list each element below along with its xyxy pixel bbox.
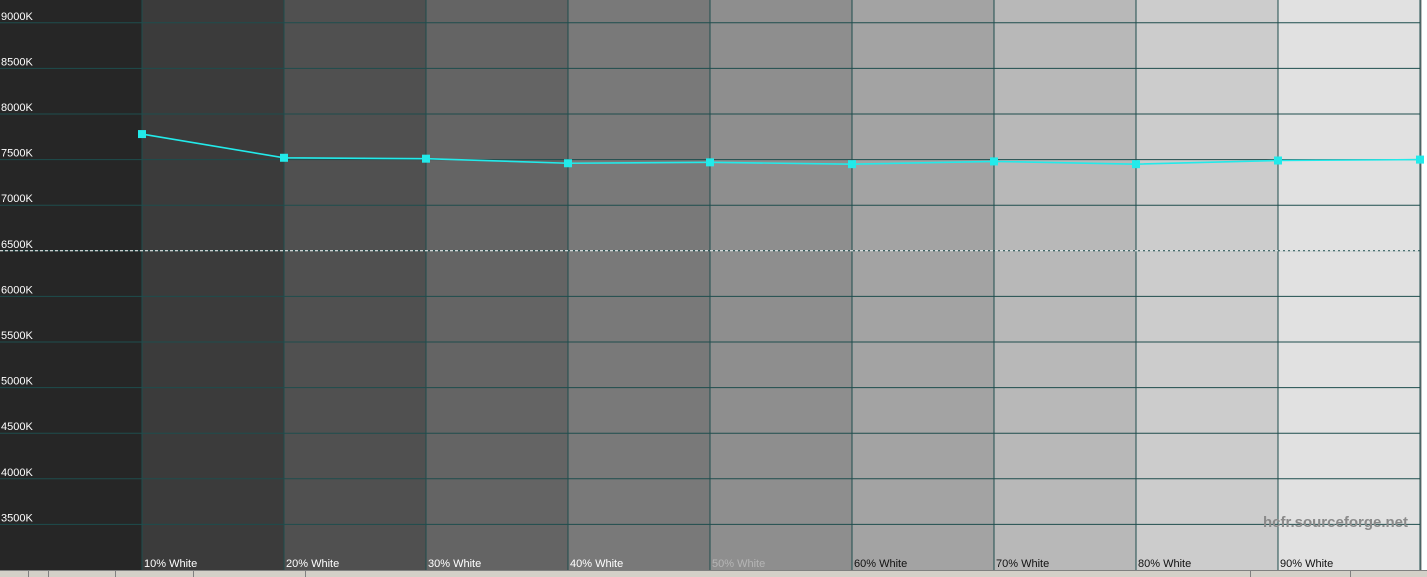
y-tick-label: 3500K [1, 512, 33, 524]
data-point [138, 130, 146, 139]
y-tick-label: 5500K [1, 330, 33, 342]
gray-step-band [1278, 0, 1420, 570]
gray-step-band [1136, 0, 1278, 570]
x-tick-label: 60% White [854, 558, 907, 570]
status-bar-pane [48, 571, 49, 577]
data-point [1416, 155, 1424, 164]
y-tick-label: 6500K [1, 239, 33, 251]
status-bar-pane [305, 571, 306, 577]
y-tick-label: 7500K [1, 148, 33, 160]
gray-step-band [142, 0, 284, 570]
y-tick-label: 6000K [1, 284, 33, 296]
y-tick-label: 8000K [1, 102, 33, 114]
data-point [1132, 160, 1140, 169]
status-bar-pane [28, 571, 29, 577]
x-tick-label: 80% White [1138, 558, 1191, 570]
gray-step-band [710, 0, 852, 570]
status-bar-pane [115, 571, 116, 577]
y-tick-label: 7000K [1, 193, 33, 205]
gray-step-band [994, 0, 1136, 570]
chart-container: 3500K 4000K 4500K 5000K 5500K 6000K 6500K 7000K… [0, 0, 1427, 577]
y-tick-label: 8500K [1, 56, 33, 68]
gray-step-band [852, 0, 994, 570]
data-point [990, 157, 998, 166]
status-bar-pane [193, 571, 194, 577]
x-tick-label: 10% White [144, 558, 197, 570]
x-tick-label: 30% White [428, 558, 481, 570]
data-point [422, 154, 430, 163]
data-point [1274, 156, 1282, 165]
y-tick-label: 4000K [1, 467, 33, 479]
x-tick-label: 90% White [1280, 558, 1333, 570]
x-tick-label: 40% White [570, 558, 623, 570]
cct-chart: 3500K 4000K 4500K 5000K 5500K 6000K 6500K 7000K… [0, 0, 1427, 570]
x-tick-label: 70% White [996, 558, 1049, 570]
y-tick-label: 5000K [1, 376, 33, 388]
data-point [706, 158, 714, 167]
y-tick-label: 4500K [1, 421, 33, 433]
x-tick-label: 50% White [712, 558, 765, 570]
gray-step-band [284, 0, 426, 570]
data-point [848, 160, 856, 169]
gray-step-band [568, 0, 710, 570]
x-tick-label: 20% White [286, 558, 339, 570]
y-tick-label: 9000K [1, 11, 33, 23]
status-bar-pane [1250, 571, 1251, 577]
status-bar-pane [1350, 571, 1351, 577]
gray-step-band [426, 0, 568, 570]
watermark: hcfr.sourceforge.net [1263, 514, 1408, 531]
data-point [564, 159, 572, 168]
data-point [280, 153, 288, 162]
